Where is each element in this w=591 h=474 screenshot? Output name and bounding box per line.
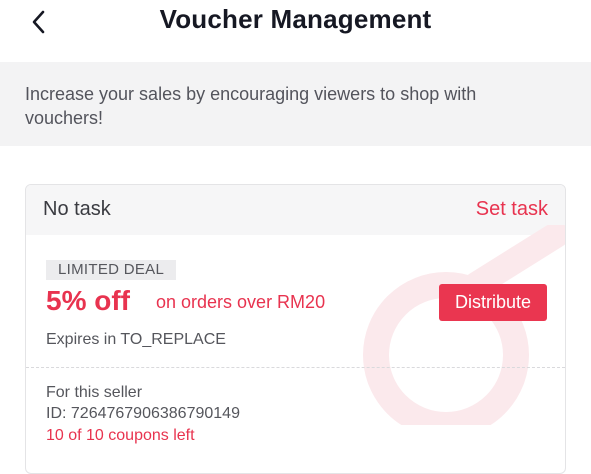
expiry-text: Expires in TO_REPLACE — [46, 331, 226, 348]
distribute-button[interactable]: Distribute — [439, 284, 547, 321]
card-header: No task Set task — [26, 185, 565, 235]
coupons-left: 10 of 10 coupons left — [46, 427, 195, 444]
voucher-scope: For this seller — [46, 384, 143, 401]
limited-deal-badge: LIMITED DEAL — [46, 260, 177, 280]
watermark-logo — [363, 225, 565, 425]
info-banner: Increase your sales by encouraging viewe… — [0, 62, 591, 146]
banner-text: Increase your sales by encouraging viewe… — [25, 84, 477, 128]
set-task-link[interactable]: Set task — [476, 198, 548, 221]
dashed-divider — [26, 367, 565, 368]
voucher-id: ID: 7264767906386790149 — [46, 405, 240, 422]
discount-value: 5% off — [46, 285, 130, 316]
voucher-card: No task Set task LIMITED DEAL 5% off on … — [25, 184, 566, 474]
discount-condition: on orders over RM20 — [156, 292, 326, 312]
task-status: No task — [43, 198, 111, 220]
page-title: Voucher Management — [159, 4, 432, 34]
header: Voucher Management — [0, 0, 591, 44]
